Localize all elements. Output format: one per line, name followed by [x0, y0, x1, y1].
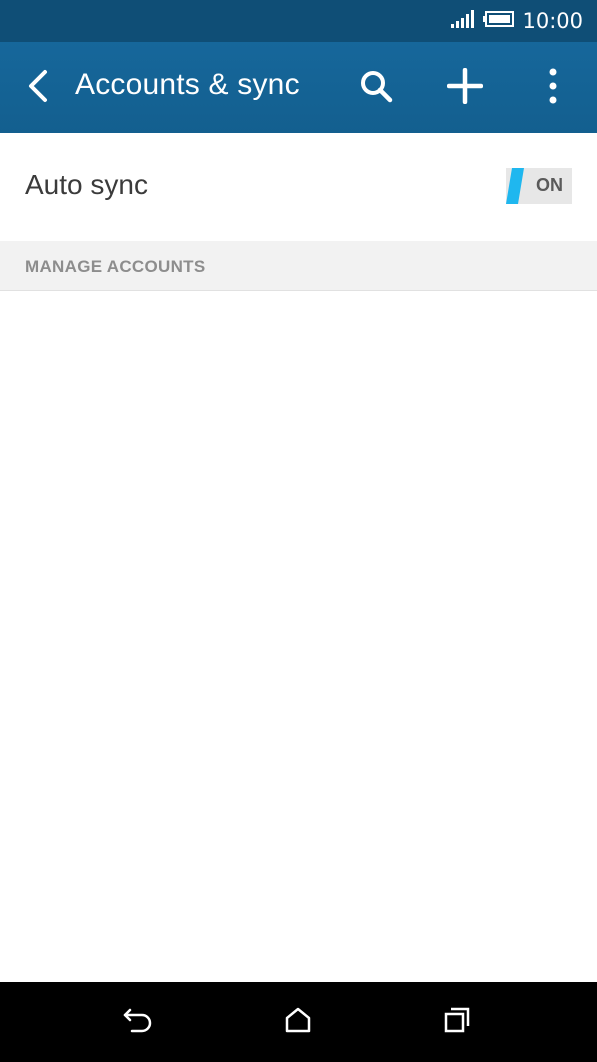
back-icon: [122, 1006, 154, 1038]
nav-recents-button[interactable]: [437, 1002, 477, 1042]
back-button[interactable]: [18, 66, 58, 110]
toggle-indicator: [506, 168, 524, 204]
battery-icon: [483, 11, 515, 31]
home-icon: [284, 1006, 312, 1038]
navigation-bar: [0, 982, 597, 1062]
status-bar: 10:00: [0, 0, 597, 42]
page-title: Accounts & sync: [75, 68, 300, 101]
signal-icon: [451, 10, 475, 32]
back-arrow-icon: [27, 69, 49, 107]
status-icons: 10:00: [451, 0, 583, 42]
accounts-list: [0, 291, 597, 982]
search-icon: [359, 69, 393, 107]
more-vert-icon: [548, 68, 558, 108]
nav-home-button[interactable]: [278, 1002, 318, 1042]
section-header-text: MANAGE ACCOUNTS: [25, 257, 206, 276]
auto-sync-label: Auto sync: [25, 169, 148, 200]
overflow-menu-button[interactable]: [529, 64, 577, 112]
search-button[interactable]: [352, 64, 400, 112]
toggle-state-label: ON: [536, 175, 563, 195]
manage-accounts-header: MANAGE ACCOUNTS: [0, 241, 597, 291]
auto-sync-row[interactable]: Auto sync ON: [0, 133, 597, 241]
add-icon: [446, 67, 484, 108]
status-time: 10:00: [522, 9, 583, 33]
app-bar: Accounts & sync: [0, 42, 597, 133]
recent-apps-icon: [443, 1006, 471, 1038]
auto-sync-toggle[interactable]: ON: [506, 168, 572, 204]
add-account-button[interactable]: [441, 64, 489, 112]
nav-back-button[interactable]: [118, 1002, 158, 1042]
